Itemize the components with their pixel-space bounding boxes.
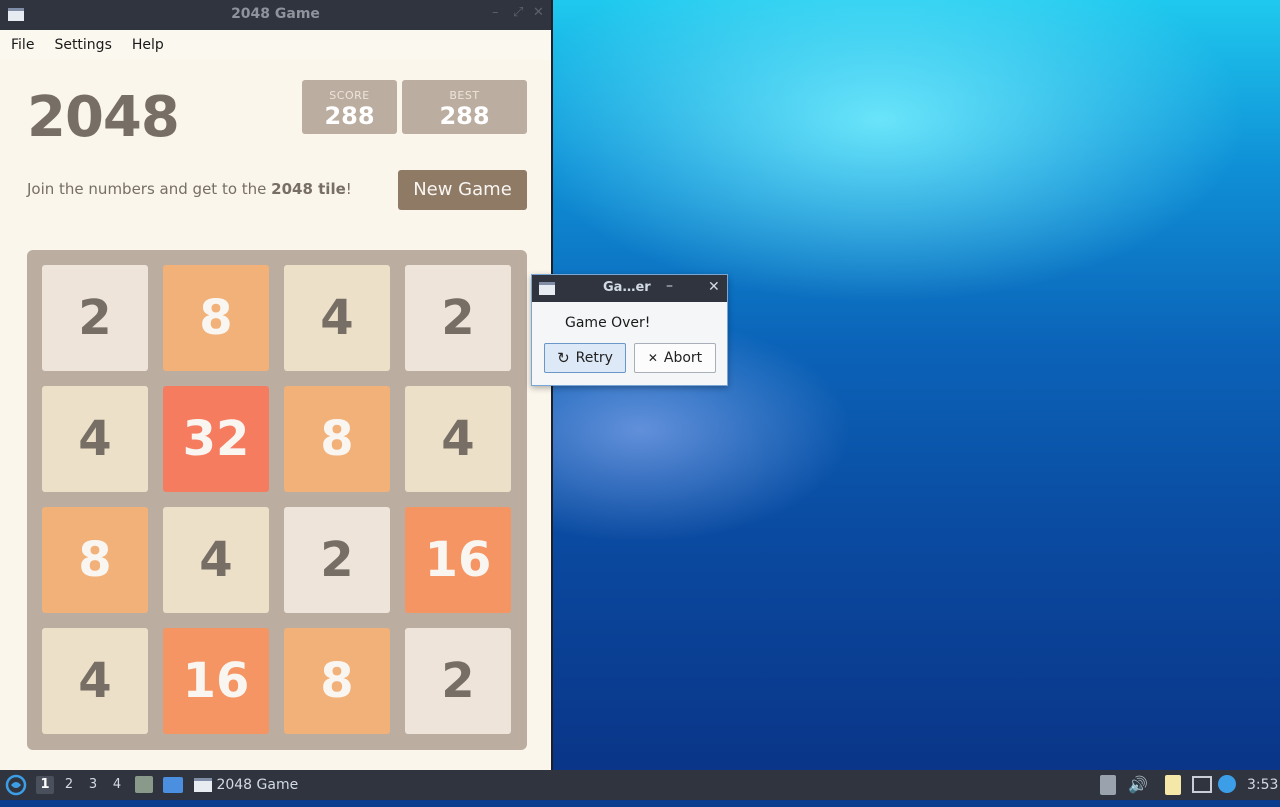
intro-text: Join the numbers and get to the 2048 til… [27,180,352,198]
best-box: BEST 288 [402,80,527,134]
window-titlebar[interactable]: 2048 Game – ⤢ ✕ [0,0,551,30]
maximize-icon[interactable]: ⤢ [513,5,523,20]
dialog-app-icon [539,282,555,295]
tile: 8 [42,507,148,613]
tile: 2 [284,507,390,613]
dialog-title: Ga…er [603,280,651,295]
dialog-message: Game Over! [565,315,651,331]
refresh-icon: ↻ [557,349,570,367]
menu-file[interactable]: File [11,37,34,53]
intro-prefix: Join the numbers and get to the [27,180,272,198]
best-label: BEST [449,89,480,102]
menubar: File Settings Help [0,30,551,60]
volume-icon[interactable]: 🔊 [1128,770,1148,800]
tile: 2 [405,628,511,734]
tile: 4 [42,386,148,492]
tile: 4 [405,386,511,492]
tile: 16 [405,507,511,613]
retry-label: Retry [575,350,613,366]
task-app-icon [194,778,212,792]
dialog-close-icon[interactable]: ✕ [708,279,720,295]
start-menu-icon[interactable] [5,774,27,796]
intro-bold: 2048 tile [271,180,346,198]
task-label: 2048 Game [216,777,299,793]
game-logo: 2048 [27,85,180,150]
tile: 8 [284,628,390,734]
window-title: 2048 Game [231,6,320,22]
tile: 2 [42,265,148,371]
abort-button[interactable]: ✕ Abort [634,343,716,373]
intro-suffix: ! [345,180,352,198]
new-game-button[interactable]: New Game [398,170,527,210]
tile: 2 [405,265,511,371]
menu-help[interactable]: Help [132,37,164,53]
task-2048-game[interactable]: 2048 Game [194,770,304,800]
file-manager-icon[interactable] [135,776,153,793]
workspace-4[interactable]: 4 [108,776,126,794]
abort-label: Abort [663,350,703,366]
tile: 4 [163,507,269,613]
workspace-2[interactable]: 2 [60,776,78,794]
notification-icon[interactable] [1218,775,1236,793]
game-window: 2048 Game – ⤢ ✕ File Settings Help 2048 … [0,0,553,770]
score-label: SCORE [329,89,370,102]
clock: 3:53 [1247,777,1279,793]
retry-button[interactable]: ↻ Retry [544,343,626,373]
tile: 8 [163,265,269,371]
game-over-dialog: Ga…er – ✕ Game Over! ↻ Retry ✕ Abort [531,274,728,386]
tile: 8 [284,386,390,492]
eject-icon[interactable] [1100,775,1116,795]
score-value: 288 [324,102,375,130]
game-board[interactable]: 2 8 4 2 4 32 8 4 8 4 2 16 4 16 8 2 [27,250,527,750]
dialog-minimize-icon[interactable]: – [666,278,673,294]
menu-settings[interactable]: Settings [54,37,111,53]
score-box: SCORE 288 [302,80,397,134]
taskbar: 1 2 3 4 2048 Game 🔊 3:53 [0,770,1280,800]
best-value: 288 [439,102,490,130]
tile: 16 [163,628,269,734]
x-icon: ✕ [647,351,658,365]
close-icon[interactable]: ✕ [533,5,544,20]
clipboard-icon[interactable] [1165,775,1181,795]
tile: 4 [284,265,390,371]
network-icon[interactable] [1192,776,1212,793]
show-desktop-icon[interactable] [163,777,183,793]
tile: 4 [42,628,148,734]
dialog-titlebar[interactable]: Ga…er – ✕ [532,275,727,302]
workspace-1[interactable]: 1 [36,776,54,794]
workspace-3[interactable]: 3 [84,776,102,794]
tile: 32 [163,386,269,492]
minimize-icon[interactable]: – [492,5,499,20]
